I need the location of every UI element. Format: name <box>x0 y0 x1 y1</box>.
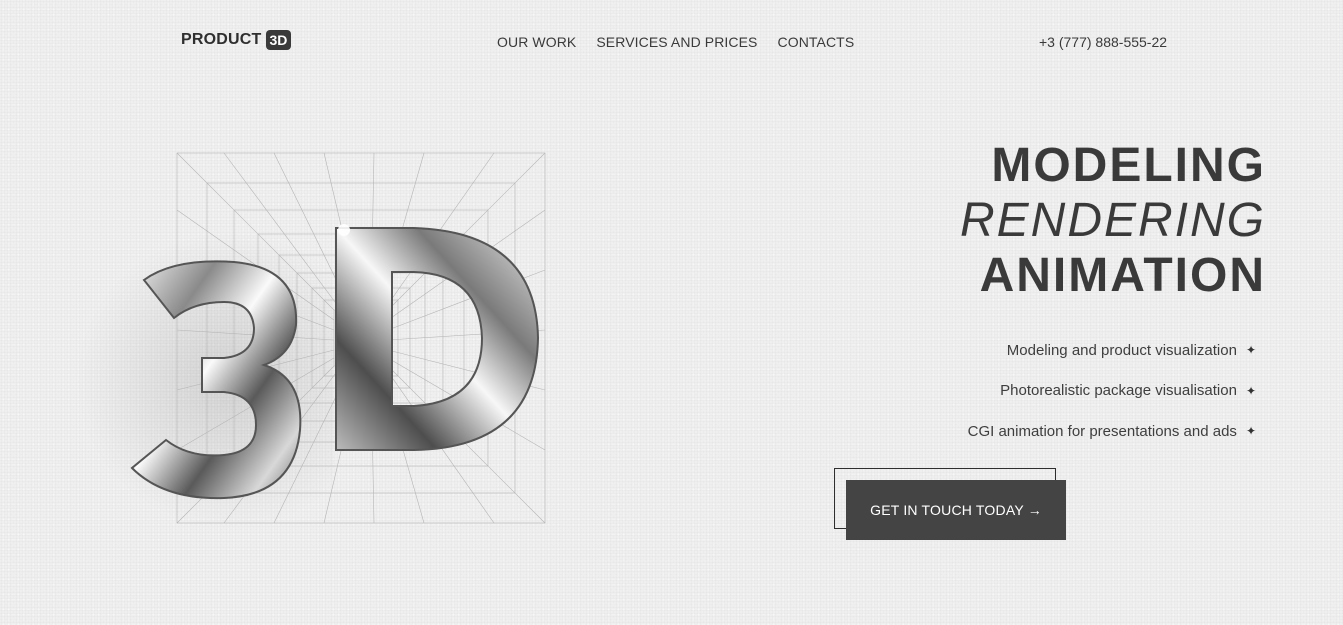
chrome-3-shape <box>130 260 302 500</box>
list-item: CGI animation for presentations and ads … <box>968 411 1256 452</box>
logo-text: PRODUCT <box>181 31 262 48</box>
sparkle-icon: ✦ <box>1245 343 1256 358</box>
service-label: Photorealistic package visualisation <box>1000 382 1237 400</box>
nav-our-work[interactable]: OUR WORK <box>497 34 576 50</box>
nav-services-and-prices[interactable]: SERVICES AND PRICES <box>596 34 757 50</box>
get-in-touch-button[interactable]: GET IN TOUCH TODAY → <box>846 480 1066 540</box>
service-label: Modeling and product visualization <box>1006 341 1237 359</box>
phone-number[interactable]: +3 (777) 888-555-22 <box>1039 34 1167 50</box>
sparkle-icon: ✦ <box>1245 383 1256 398</box>
list-item: Modeling and product visualization ✦ <box>968 330 1256 371</box>
service-label: CGI animation for presentations and ads <box>967 422 1237 440</box>
list-item: Photorealistic package visualisation ✦ <box>968 371 1256 412</box>
services-list: Modeling and product visualization ✦ Pho… <box>968 330 1256 452</box>
hero-headline: MODELING RENDERING ANIMATION <box>960 138 1266 303</box>
nav-contacts[interactable]: CONTACTS <box>778 34 855 50</box>
sparkle-icon: ✦ <box>1245 424 1256 439</box>
chrome-d-shape <box>335 227 540 451</box>
headline-rendering: RENDERING <box>959 194 1266 247</box>
headline-modeling: MODELING <box>991 139 1266 192</box>
hero-3d-illustration <box>74 150 549 530</box>
logo[interactable]: PRODUCT 3D <box>181 30 292 50</box>
cta-group: GET IN TOUCH TODAY → <box>834 468 1066 540</box>
headline-animation: ANIMATION <box>979 249 1266 302</box>
logo-badge: 3D <box>265 30 292 50</box>
grid-room-graphic <box>130 152 546 524</box>
main-nav: OUR WORK SERVICES AND PRICES CONTACTS <box>497 34 854 50</box>
